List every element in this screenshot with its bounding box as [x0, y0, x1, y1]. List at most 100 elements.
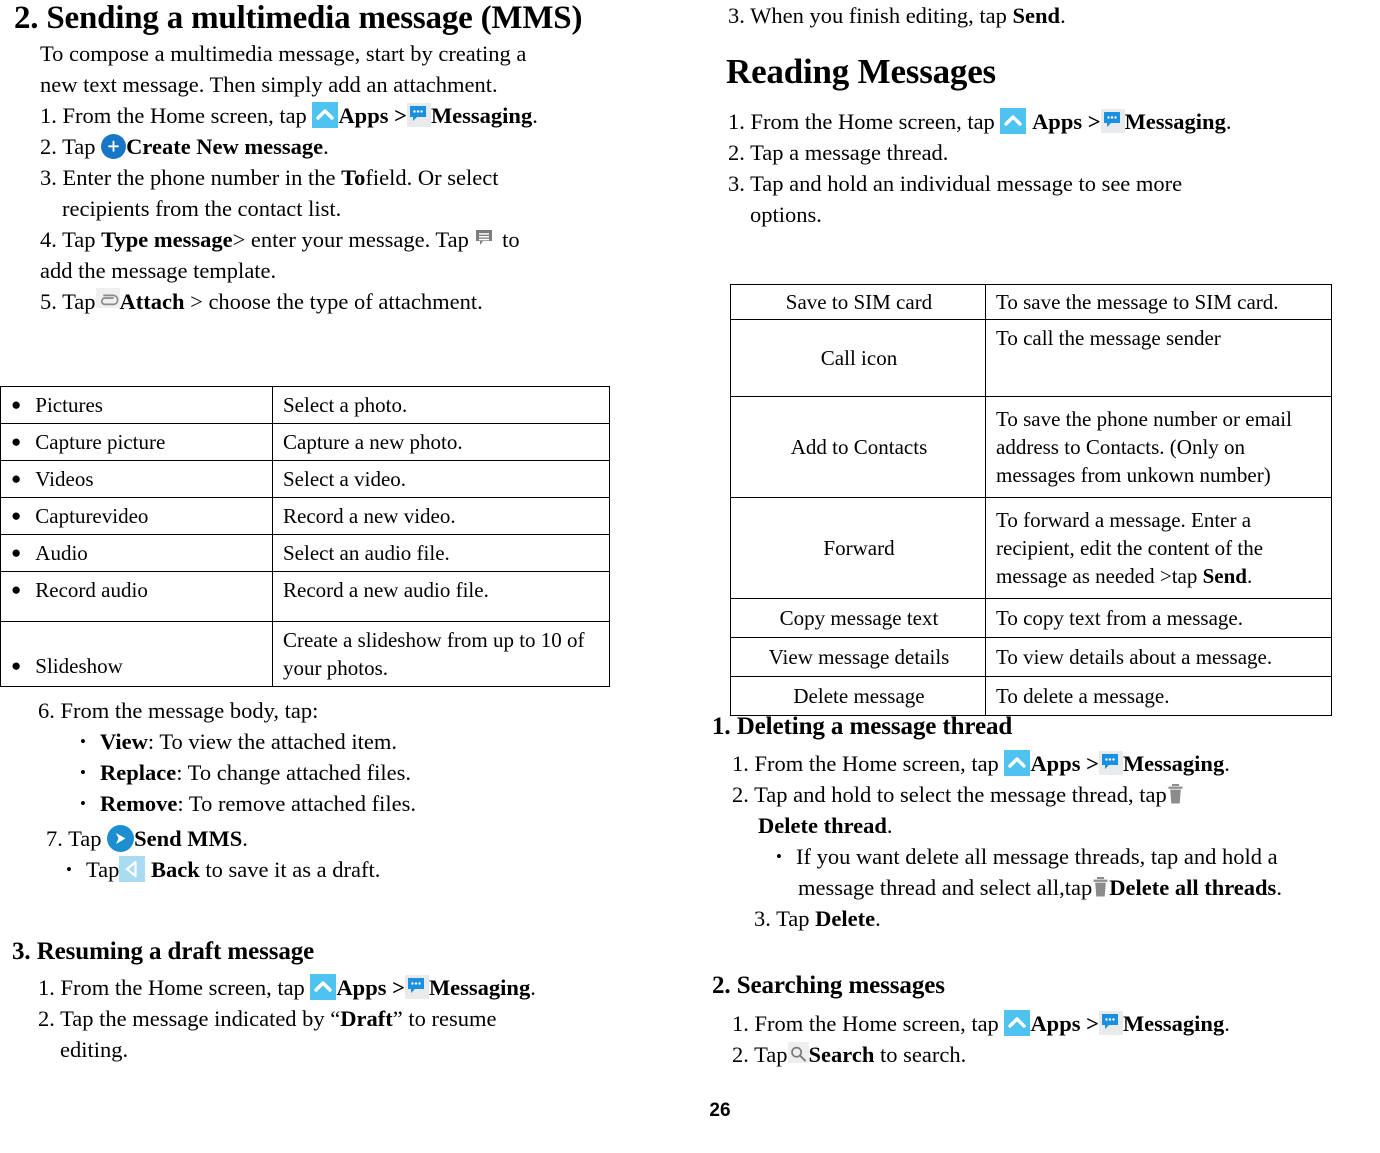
search-step-1: 1. From the Home screen, tap Apps > Mess…: [732, 1008, 1380, 1039]
remove-label: Remove: [99, 791, 178, 816]
section-searching-messages: 2. Searching messages: [712, 972, 1380, 1001]
messaging-icon[interactable]: [404, 975, 429, 999]
bullet-glyph: ●: [11, 506, 22, 525]
messaging-label: Messaging: [1124, 109, 1226, 134]
step4-text-a: 4. Tap: [40, 227, 102, 252]
apps-icon[interactable]: [312, 102, 339, 128]
section-sending-mms: 2. Sending a multimedia message (MMS): [14, 0, 690, 37]
trash-icon[interactable]: [1167, 782, 1184, 804]
apps-icon[interactable]: [1004, 750, 1031, 776]
apps-icon[interactable]: [310, 974, 337, 1000]
delete-step1-period: .: [1224, 751, 1230, 776]
apps-icon[interactable]: [1000, 108, 1027, 134]
messaging-icon[interactable]: [1098, 751, 1123, 775]
attach-label: Attach: [119, 289, 185, 314]
table-cell-term: ● Slideshow: [0, 621, 273, 687]
mms-step-6-block: 6. From the message body, tap: • View: To…: [38, 695, 688, 885]
bullet-glyph: •: [66, 860, 72, 879]
section-resuming-draft: 3. Resuming a draft message: [12, 938, 688, 967]
table-row: Call icon To call the message sender: [730, 319, 1332, 397]
reading-steps: 1. From the Home screen, tap Apps > Mess…: [728, 106, 1380, 230]
to-field-label: To: [341, 165, 366, 190]
table-cell-desc: To delete a message.: [985, 676, 1332, 716]
mms-step-3-line2: recipients from the contact list.: [62, 196, 342, 221]
left-column: 2. Sending a multimedia message (MMS) To…: [0, 0, 690, 1153]
messaging-icon[interactable]: [1098, 1011, 1123, 1035]
table-cell-term: Copy message text: [730, 598, 986, 638]
table-cell-term: ● Audio: [0, 534, 273, 572]
mms-intro-line2: new text message. Then simply add an att…: [40, 72, 498, 97]
delete-step2-period: .: [886, 813, 893, 838]
right-column: 3. When you finish editing, tap Send. Re…: [690, 0, 1380, 1153]
reading-step1-period: .: [1225, 109, 1232, 134]
mms-step-3-line1: 3. Enter the phone number in the Tofield…: [40, 162, 690, 193]
delete-step-3: 3. Tap Delete.: [732, 903, 1380, 934]
replace-desc: : To change attached files.: [176, 760, 411, 785]
step7-period: .: [242, 826, 248, 851]
bullet-glyph: ●: [11, 432, 22, 451]
right-top-step: 3. When you finish editing, tap Send.: [728, 0, 1378, 31]
step3-text-a: 3. Enter the phone number in the: [40, 165, 342, 190]
message-template-icon[interactable]: [474, 227, 496, 249]
editing-send-step: 3. When you finish editing, tap Send.: [728, 0, 1378, 31]
messaging-icon[interactable]: [406, 103, 431, 127]
table-cell-desc: Record a new video.: [272, 497, 610, 535]
apps-icon[interactable]: [1004, 1010, 1031, 1036]
table-cell-desc: To save the message to SIM card.: [985, 284, 1332, 320]
term-label: Pictures: [35, 393, 103, 417]
mms-step1-prefix: 1. From the Home screen, tap: [40, 103, 307, 128]
step6-bullet: • View: To view the attached item.: [38, 726, 688, 757]
delete-bullet-text2a: message thread and select all,tap: [798, 875, 1093, 900]
top-step-a: 3. When you finish editing, tap: [728, 3, 1013, 28]
table-cell-desc: Record a new audio file.: [272, 571, 610, 622]
apps-label: Apps: [1030, 1011, 1081, 1036]
messaging-label: Messaging: [428, 975, 531, 1000]
messaging-icon[interactable]: [1100, 109, 1125, 133]
send-arrow-icon[interactable]: [107, 825, 135, 852]
table-cell-desc: Create a slideshow from up to 10 of your…: [272, 621, 610, 687]
draft-steps: 1. From the Home screen, tap Apps > Mess…: [38, 972, 688, 1065]
bullet-glyph: ●: [11, 543, 22, 562]
draft-step2-a: 2. Tap the message indicated by “: [38, 1006, 341, 1031]
mms-step-4-line2: add the message template.: [40, 258, 277, 283]
table-cell-desc: To call the message sender: [985, 319, 1332, 397]
apps-label: Apps: [338, 103, 389, 128]
step4-text-c: > enter your message. Tap: [232, 227, 469, 252]
view-desc: : To view the attached item.: [147, 729, 398, 754]
step4-text-d: to: [502, 227, 520, 252]
table-cell-term: Forward: [730, 497, 986, 599]
table-row: ● Record audio Record a new audio file.: [0, 571, 610, 622]
table-cell-term: Call icon: [730, 319, 986, 397]
top-step-c: .: [1060, 3, 1066, 28]
page-number: 26: [709, 1100, 731, 1121]
mms-step2-prefix: 2. Tap: [40, 134, 96, 159]
table-row: Save to SIM card To save the message to …: [730, 284, 1332, 320]
create-new-message-label: Create New message: [126, 134, 324, 159]
section-heading-mms: 2. Sending a multimedia message (MMS): [14, 0, 583, 36]
table-cell-desc: Capture a new photo.: [272, 423, 610, 461]
delete-step-1: 1. From the Home screen, tap Apps > Mess…: [732, 748, 1380, 779]
draft-label: Draft: [340, 1006, 393, 1031]
section-deleting-thread: 1. Deleting a message thread: [712, 713, 1380, 742]
delete-thread-label: Delete thread: [758, 813, 887, 838]
term-label: Capture picture: [35, 430, 166, 454]
magnifier-icon[interactable]: [787, 1042, 809, 1063]
table-cell-term: ● Videos: [0, 460, 273, 498]
back-label: Back: [151, 857, 200, 882]
mms-intro-line1: To compose a multimedia message, start b…: [40, 41, 527, 66]
delete-step1-prefix: 1. From the Home screen, tap: [732, 751, 999, 776]
section-heading-reading: Reading Messages: [726, 52, 996, 91]
messaging-label: Messaging: [430, 103, 533, 128]
paperclip-icon[interactable]: [95, 288, 120, 308]
plus-circle-icon[interactable]: [101, 134, 127, 159]
search-label: Search: [808, 1042, 875, 1067]
table-row: Copy message text To copy text from a me…: [730, 598, 1332, 638]
search-step-2: 2. Tap Search to search.: [732, 1039, 1380, 1070]
step-separator: >: [394, 103, 407, 128]
messaging-label: Messaging: [1122, 751, 1225, 776]
draft-step-2-line2: editing.: [60, 1037, 129, 1062]
apps-label: Apps: [1032, 109, 1083, 134]
trash-icon[interactable]: [1092, 875, 1109, 897]
back-triangle-icon[interactable]: [119, 856, 146, 882]
table-cell-term: ● Capturevideo: [0, 497, 273, 535]
